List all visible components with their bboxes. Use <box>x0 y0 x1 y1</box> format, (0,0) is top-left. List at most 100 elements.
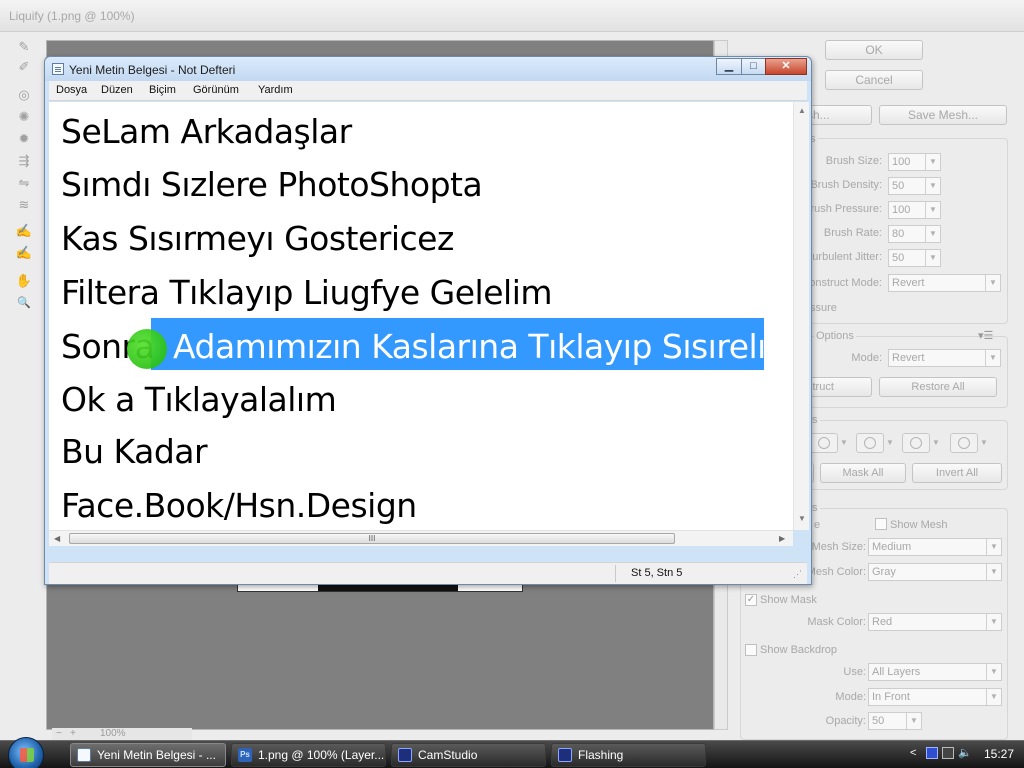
notepad-title-bar[interactable]: Yeni Metin Belgesi - Not Defteri ▁ □ ✕ <box>45 57 811 81</box>
load-mesh-button[interactable]: sh... <box>802 105 872 125</box>
show-mesh-checkbox[interactable] <box>875 518 887 530</box>
chevron-down-icon[interactable]: ▼ <box>925 250 940 266</box>
horizontal-scrollbar[interactable]: ◀ III ▶ <box>49 530 793 546</box>
taskbar-item-notepad[interactable]: Yeni Metin Belgesi - ... <box>70 743 226 767</box>
chevron-down-icon[interactable]: ▼ <box>986 664 1001 680</box>
zoom-level[interactable]: 100% <box>100 728 126 739</box>
zoom-out-button[interactable]: − <box>56 728 62 739</box>
show-image-label: e <box>814 519 821 531</box>
reconstruct-button[interactable]: struct <box>802 377 872 397</box>
cursor-position: St 5, Stn 5 <box>631 567 683 579</box>
start-button[interactable] <box>8 737 44 768</box>
brush-rate-field[interactable]: 80 ▼ <box>888 225 941 243</box>
stylus-pressure-label: ssure <box>810 302 837 314</box>
chevron-down-icon[interactable]: ▼ <box>986 614 1001 630</box>
system-tray: < 🔈 15:27 <box>904 741 1024 768</box>
menu-duzen[interactable]: Düzen <box>101 84 133 96</box>
zoom-in-button[interactable]: + <box>70 728 76 739</box>
mask-replace-icon[interactable] <box>810 433 838 453</box>
brush-density-field[interactable]: 50 ▼ <box>888 177 941 195</box>
backdrop-use-select[interactable]: All Layers ▼ <box>868 663 1002 681</box>
reconstruct-mode-select[interactable]: Revert ▼ <box>888 274 1001 292</box>
maximize-button[interactable]: □ <box>741 58 766 75</box>
minimize-button[interactable]: ▁ <box>716 58 742 75</box>
push-left-icon[interactable]: ⇶ <box>15 152 33 170</box>
chevron-down-icon[interactable]: ▼ <box>980 438 988 447</box>
mesh-size-select[interactable]: Medium ▼ <box>868 538 1002 556</box>
mask-subtract-icon[interactable] <box>902 433 930 453</box>
freeze-mask-icon[interactable]: ✍ <box>15 222 33 240</box>
vertical-scrollbar[interactable]: ▲ ▼ <box>793 102 809 530</box>
chevron-down-icon[interactable]: ▼ <box>906 713 921 729</box>
chevron-down-icon[interactable]: ▼ <box>925 226 940 242</box>
turbulence-icon[interactable]: ≋ <box>15 196 33 214</box>
brush-pressure-field[interactable]: 100 ▼ <box>888 201 941 219</box>
taskbar-item-flashing[interactable]: Flashing <box>551 743 706 767</box>
thaw-mask-icon[interactable]: ✍ <box>15 244 33 262</box>
chevron-down-icon[interactable]: ▼ <box>985 275 1000 291</box>
hand-icon[interactable]: ✋ <box>15 272 33 290</box>
scroll-right-icon[interactable]: ▶ <box>779 534 785 543</box>
twirl-icon[interactable]: ◎ <box>15 86 33 104</box>
invert-all-button[interactable]: Invert All <box>912 463 1002 483</box>
horizontal-scroll-thumb[interactable]: III <box>69 533 675 544</box>
show-hidden-icons-button[interactable]: < <box>910 747 916 759</box>
chevron-down-icon[interactable]: ▼ <box>925 178 940 194</box>
backdrop-mode-select[interactable]: In Front ▼ <box>868 688 1002 706</box>
mask-add-icon[interactable] <box>856 433 884 453</box>
volume-icon[interactable]: 🔈 <box>958 747 972 759</box>
menu-dosya[interactable]: Dosya <box>56 84 87 96</box>
mask-all-button[interactable]: Mask All <box>820 463 906 483</box>
chevron-down-icon[interactable]: ▼ <box>925 202 940 218</box>
brush-size-field[interactable]: 100 ▼ <box>888 153 941 171</box>
show-mask-checkbox[interactable]: ✓ <box>745 594 757 606</box>
taskbar-item-camstudio[interactable]: CamStudio <box>391 743 546 767</box>
network-icon[interactable] <box>926 747 938 759</box>
restore-all-button[interactable]: Restore All <box>879 377 997 397</box>
save-mesh-button[interactable]: Save Mesh... <box>879 105 1007 125</box>
notepad-text-area[interactable]: SeLam Arkadaşlar Sımdı Sızlere PhotoShop… <box>49 102 793 530</box>
mirror-icon[interactable]: ⇋ <box>15 174 33 192</box>
scroll-left-icon[interactable]: ◀ <box>54 534 60 543</box>
chevron-down-icon[interactable]: ▼ <box>986 689 1001 705</box>
monitor-icon[interactable] <box>942 747 954 759</box>
chevron-down-icon[interactable]: ▼ <box>840 438 848 447</box>
mesh-color-select[interactable]: Gray ▼ <box>868 563 1002 581</box>
mask-color-select[interactable]: Red ▼ <box>868 613 1002 631</box>
menu-yardim[interactable]: Yardım <box>258 84 293 96</box>
show-backdrop-checkbox[interactable] <box>745 644 757 656</box>
reconstruct-options-mode-select[interactable]: Revert ▼ <box>888 349 1001 367</box>
chevron-down-icon[interactable]: ▼ <box>986 539 1001 555</box>
scroll-up-icon[interactable]: ▲ <box>798 106 806 115</box>
notepad-title: Yeni Metin Belgesi - Not Defteri <box>69 63 236 77</box>
close-button[interactable]: ✕ <box>765 58 807 75</box>
turbulent-jitter-field[interactable]: 50 ▼ <box>888 249 941 267</box>
backdrop-opacity-field[interactable]: 50 ▼ <box>868 712 922 730</box>
reconstruct-icon[interactable]: ✐ <box>15 58 33 76</box>
menu-gorunum[interactable]: Görünüm <box>193 84 239 96</box>
chevron-down-icon[interactable]: ▼ <box>932 438 940 447</box>
pucker-icon[interactable]: ✺ <box>15 108 33 126</box>
forward-warp-icon[interactable]: ✎ <box>15 38 33 56</box>
chevron-down-icon[interactable]: ▼ <box>925 154 940 170</box>
zoom-control[interactable]: − + 100% <box>52 728 192 740</box>
chevron-down-icon[interactable]: ▼ <box>886 438 894 447</box>
zoom-icon[interactable]: 🔍 <box>15 294 33 312</box>
chevron-down-icon[interactable]: ▼ <box>985 350 1000 366</box>
menu-bicim[interactable]: Biçim <box>149 84 176 96</box>
backdrop-use-label: Use: <box>843 666 866 678</box>
taskbar-item-photoshop[interactable]: Ps 1.png @ 100% (Layer... <box>231 743 386 767</box>
resize-grip-icon[interactable]: ⋰ <box>793 569 802 580</box>
notepad-icon <box>77 748 91 762</box>
ok-button[interactable]: OK <box>825 40 923 60</box>
text-line: Face.Book/Hsn.Design <box>61 486 417 525</box>
chevron-down-icon[interactable]: ▼ <box>986 564 1001 580</box>
scroll-down-icon[interactable]: ▼ <box>798 514 806 523</box>
liquify-toolbar: ✎ ✐ ◎ ✺ ✹ ⇶ ⇋ ≋ ✍ ✍ ✋ 🔍 <box>8 32 40 732</box>
mask-intersect-icon[interactable] <box>950 433 978 453</box>
bloat-icon[interactable]: ✹ <box>15 130 33 148</box>
cancel-button[interactable]: Cancel <box>825 70 923 90</box>
panel-menu-icon[interactable]: ▾☰ <box>978 329 993 342</box>
notepad-status-bar: St 5, Stn 5 ⋰ <box>49 562 807 584</box>
clock[interactable]: 15:27 <box>984 747 1014 761</box>
